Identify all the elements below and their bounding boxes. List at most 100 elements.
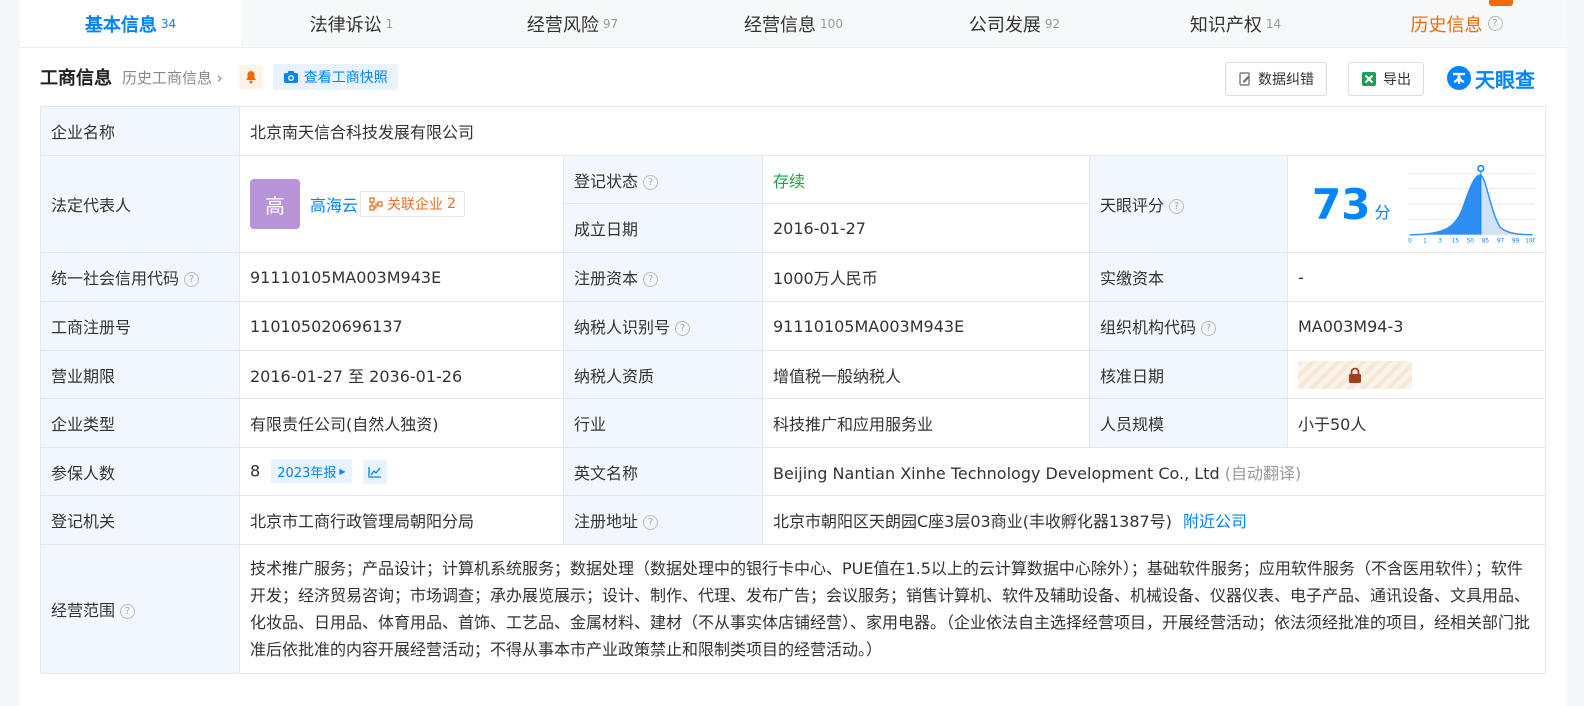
score-unit: 分 (1374, 203, 1391, 222)
tab-label: 历史信息 (1410, 14, 1483, 36)
label-text: 经营范围 (51, 601, 116, 620)
label-insured: 参保人数 (40, 447, 240, 496)
related-label: 关联企业 (387, 197, 444, 213)
label-industry: 行业 (563, 398, 763, 448)
export-label: 导出 (1383, 72, 1411, 88)
auto-translate-note: (自动翻译) (1224, 463, 1302, 483)
question-icon[interactable]: ? (184, 272, 200, 287)
section-header: 工商信息 历史工商信息 › 查看工商快照 (20, 48, 1567, 106)
tab-risk[interactable]: 经营风险 97 (462, 0, 683, 47)
paid-capital-value: - (1286, 252, 1547, 302)
label-org-code: 组织机构代码? (1089, 301, 1288, 351)
tab-count: 34 (160, 16, 177, 31)
tab-ip[interactable]: 知识产权 14 (1125, 0, 1346, 47)
tab-legal[interactable]: 法律诉讼 1 (241, 0, 462, 47)
table-row: 经营范围? 技术推广服务；产品设计；计算机系统服务；数据处理（数据处理中的银行卡… (40, 544, 1547, 674)
question-icon[interactable]: ? (1169, 199, 1185, 214)
section-title: 工商信息 (40, 68, 112, 89)
tab-operation[interactable]: 经营信息 100 (683, 0, 904, 47)
question-icon[interactable]: ? (120, 604, 136, 619)
legal-rep-cell: 高 高海云 关联企业 2 (239, 155, 564, 253)
scope-value: 技术推广服务；产品设计；计算机系统服务；数据处理（数据处理中的银行卡中心、PUE… (238, 544, 1547, 674)
label-text: 组织机构代码 (1100, 318, 1197, 337)
history-link[interactable]: 历史工商信息 › (122, 67, 223, 88)
label-text: 纳税人识别号 (574, 318, 671, 337)
export-button[interactable]: 导出 (1348, 62, 1424, 96)
tab-history[interactable]: 历史信息? (1346, 0, 1567, 47)
tab-count: 1 (385, 16, 394, 31)
question-icon[interactable]: ? (643, 174, 659, 190)
tab-count: 92 (1044, 16, 1061, 31)
question-icon[interactable]: ? (1201, 321, 1217, 336)
tab-count: 97 (602, 16, 619, 31)
logo-icon (1447, 66, 1471, 90)
reg-status-value: 存续 (762, 155, 1090, 204)
label-term: 营业期限 (40, 350, 240, 399)
table-row: 企业类型 有限责任公司(自然人独资) 行业 科技推广和应用服务业 人员规模 小于… (40, 398, 1547, 448)
label-authority: 登记机关 (40, 495, 240, 545)
score-tick-label: 3 (1439, 238, 1443, 244)
label-credit-code: 统一社会信用代码? (40, 252, 240, 302)
question-icon[interactable]: ? (643, 272, 659, 287)
question-icon[interactable]: ? (675, 321, 691, 336)
english-name-cell: Beijing Nantian Xinhe Technology Develop… (761, 447, 1547, 496)
score-tick-label: 99 (1512, 238, 1520, 244)
industry-value: 科技推广和应用服务业 (762, 398, 1090, 448)
snapshot-label: 查看工商快照 (303, 70, 388, 86)
insured-cell: 8 2023年报 ▶ (239, 447, 564, 496)
tab-bar: 基本信息 34 法律诉讼 1 经营风险 97 经营信息 100 公司发展 92 知识产权 1… (20, 0, 1567, 48)
table-row: 工商注册号 110105020696137 纳税人识别号? 91110105MA… (40, 301, 1547, 351)
table-row: 法定代表人 高 高海云 关联企业 2 登记状态? 存续 天眼评分? 73 分 0… (40, 155, 1547, 253)
tab-label: 知识产权 (1189, 14, 1262, 36)
tax-quality-value: 增值税一般纳税人 (762, 350, 1090, 399)
tab-label: 基本信息 (84, 14, 157, 36)
chart-icon[interactable] (362, 460, 387, 484)
score-value: 73 (1312, 179, 1371, 229)
table-row: 营业期限 2016-01-27 至 2036-01-26 纳税人资质 增值税一般… (40, 350, 1547, 399)
score-cell[interactable]: 73 分 0 1 3 15 50 85 97 99 100 (1286, 155, 1547, 253)
label-reg-status: 登记状态? (563, 155, 763, 204)
tab-development[interactable]: 公司发展 92 (904, 0, 1125, 47)
correct-data-button[interactable]: 数据纠错 (1225, 62, 1327, 96)
lock-icon (1349, 367, 1361, 383)
score-tick-label: 1 (1424, 238, 1428, 244)
tab-basic-info[interactable]: 基本信息 34 (20, 0, 241, 47)
label-english-name: 英文名称 (563, 447, 763, 496)
table-row: 统一社会信用代码? 91110105MA003M943E 注册资本? 1000万… (40, 252, 1547, 302)
label-reg-capital: 注册资本? (563, 252, 763, 302)
camera-icon (283, 71, 298, 83)
chevron-right-icon: › (216, 68, 223, 87)
bell-icon[interactable] (238, 65, 263, 89)
tianyancha-logo: 天眼查 (1445, 62, 1535, 94)
related-count: 2 (447, 196, 456, 212)
legal-rep-name[interactable]: 高海云 (310, 192, 358, 216)
type-value: 有限责任公司(自然人独资) (239, 398, 564, 448)
label-approve-date: 核准日期 (1089, 350, 1288, 399)
score-tick-label: 97 (1497, 238, 1505, 244)
insured-value: 8 (250, 461, 261, 481)
locked-value[interactable] (1298, 360, 1412, 389)
score-tick-label: 85 (1482, 238, 1490, 244)
score-distribution-chart: 0 1 3 15 50 85 97 99 100 (1408, 164, 1536, 244)
score-tick-label: 0 (1409, 238, 1413, 244)
nearby-companies-link[interactable]: 附近公司 (1183, 512, 1247, 531)
question-icon[interactable]: ? (1487, 16, 1503, 31)
reg-capital-value: 1000万人民币 (762, 252, 1090, 302)
approve-date-cell (1286, 350, 1547, 399)
tab-label: 经营信息 (744, 14, 817, 36)
caret-right-icon: ▶ (339, 466, 346, 476)
avatar[interactable]: 高 (250, 179, 300, 229)
vip-flag (1489, 0, 1513, 6)
excel-icon (1362, 72, 1376, 86)
label-staff-size: 人员规模 (1089, 398, 1288, 448)
question-icon[interactable]: ? (643, 515, 659, 530)
snapshot-button[interactable]: 查看工商快照 (272, 64, 398, 90)
address-cell: 北京市朝阳区天朗园C座3层03商业(丰收孵化器1387号) 附近公司 (761, 495, 1547, 545)
page: 基本信息 34 法律诉讼 1 经营风险 97 经营信息 100 公司发展 92 知识产权 1… (20, 0, 1567, 706)
tab-label: 经营风险 (526, 14, 599, 36)
annual-report-button[interactable]: 2023年报 ▶ (271, 459, 352, 483)
history-link-label: 历史工商信息 (122, 68, 213, 87)
label-type: 企业类型 (40, 398, 240, 448)
related-companies-button[interactable]: 关联企业 2 (360, 191, 465, 217)
english-name-value: Beijing Nantian Xinhe Technology Develop… (773, 463, 1220, 483)
